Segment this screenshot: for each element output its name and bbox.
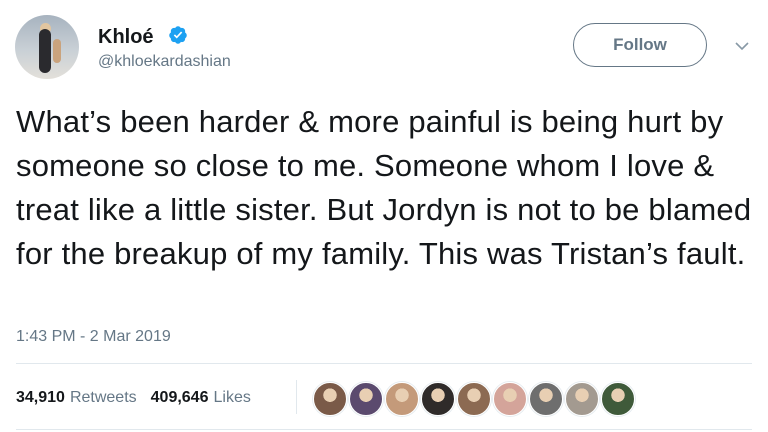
verified-badge-icon	[169, 26, 187, 44]
retweets-count: 34,910	[16, 389, 65, 406]
liker-avatar-3[interactable]	[385, 382, 419, 416]
chevron-down-icon[interactable]	[734, 40, 750, 52]
author-name[interactable]: Khloé	[98, 26, 154, 49]
liker-avatar-7[interactable]	[529, 382, 563, 416]
divider	[16, 363, 752, 364]
liker-avatar-1[interactable]	[313, 382, 347, 416]
tweet-stats: 34,910 Retweets 409,646 Likes	[16, 389, 265, 407]
liker-avatar-9[interactable]	[601, 382, 635, 416]
liker-avatar-4[interactable]	[421, 382, 455, 416]
tweet-timestamp[interactable]: 1:43 PM - 2 Mar 2019	[16, 328, 171, 346]
avatar-figure-body	[39, 29, 51, 73]
likes-stat[interactable]: 409,646 Likes	[151, 389, 251, 407]
retweets-label: Retweets	[69, 389, 137, 406]
liker-avatar-2[interactable]	[349, 382, 383, 416]
author-avatar[interactable]	[15, 15, 79, 79]
likes-count: 409,646	[150, 389, 209, 406]
liker-avatar-8[interactable]	[565, 382, 599, 416]
author-handle[interactable]: @khloekardashian	[98, 53, 231, 71]
retweets-stat[interactable]: 34,910 Retweets	[16, 389, 137, 407]
avatar-child-figure	[53, 39, 61, 63]
tweet-text: What’s been harder & more painful is bei…	[16, 104, 752, 271]
divider	[16, 429, 752, 430]
follow-button[interactable]: Follow	[573, 23, 707, 67]
likes-label: Likes	[213, 389, 251, 406]
stats-separator	[296, 380, 297, 414]
liker-avatar-6[interactable]	[493, 382, 527, 416]
liker-avatar-5[interactable]	[457, 382, 491, 416]
